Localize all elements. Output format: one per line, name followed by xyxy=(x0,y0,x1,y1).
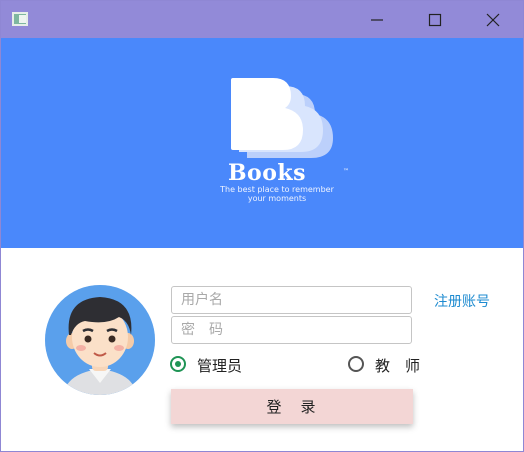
app-window-icon xyxy=(12,12,28,26)
password-input[interactable] xyxy=(181,318,401,342)
minimize-icon xyxy=(371,19,383,21)
role-teacher-label: 教 师 xyxy=(375,357,421,375)
radio-unchecked-icon xyxy=(348,356,364,372)
username-input[interactable] xyxy=(181,288,401,312)
header-banner: Books ™ The best place to remember your … xyxy=(1,38,523,248)
role-teacher-radio[interactable]: 教 师 xyxy=(348,355,428,375)
radio-checked-icon xyxy=(170,356,186,372)
logo-tagline: The best place to remember your moments xyxy=(187,185,367,203)
logo-wordmark: Books xyxy=(227,160,307,186)
avatar-icon xyxy=(45,285,155,395)
login-button[interactable]: 登 录 xyxy=(171,389,413,424)
role-admin-label: 管理员 xyxy=(197,357,243,375)
user-avatar xyxy=(45,285,155,395)
maximize-icon xyxy=(428,13,442,27)
books-logo-icon xyxy=(231,78,333,158)
login-window: Books ™ The best place to remember your … xyxy=(0,0,524,452)
maximize-button[interactable] xyxy=(406,1,464,38)
role-admin-radio[interactable]: 管理员 xyxy=(170,355,260,375)
close-button[interactable] xyxy=(464,1,522,38)
register-account-link[interactable]: 注册账号 xyxy=(434,291,490,311)
tagline-line-1: The best place to remember xyxy=(220,185,334,194)
close-icon xyxy=(486,13,500,27)
tagline-line-2: your moments xyxy=(247,194,307,203)
password-field[interactable] xyxy=(171,316,412,344)
title-bar[interactable] xyxy=(1,1,523,38)
minimize-button[interactable] xyxy=(348,1,406,38)
trademark-mark: ™ xyxy=(343,168,349,175)
username-field[interactable] xyxy=(171,286,412,314)
